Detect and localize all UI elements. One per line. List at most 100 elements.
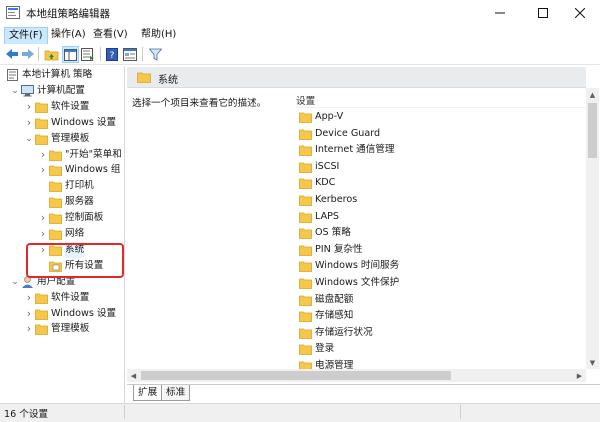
description-text: 选择一个项目来查看它的描述。 [132,98,267,109]
scroll-right-arrow-icon[interactable]: ▶ [573,369,586,382]
back-arrow-icon [6,49,18,59]
folder-icon [299,228,312,240]
scroll-left-arrow-icon[interactable]: ◀ [127,369,140,382]
list-item-label: Windows 文件保护 [315,277,400,288]
folder-icon [299,129,312,140]
list-item-label: App-V [315,111,344,122]
list-item-label: 存储感知 [315,310,354,322]
folder-up-icon [44,50,58,60]
maximize-icon [538,8,548,18]
tree-item-label: 计算机配置 [37,84,85,96]
status-setting-count: 16 个设置 [4,409,49,420]
tab-extended[interactable]: 扩展 [133,385,163,401]
chevron-right-icon[interactable]: › [38,210,48,226]
policy-icon [7,69,18,81]
folder-icon [35,102,48,113]
folder-icon [35,293,48,304]
folder-icon [35,134,48,145]
policy-editor-app-icon [6,6,20,19]
folder-icon [49,181,62,193]
menu-file[interactable]: 文件(F) [4,27,48,45]
toolbar-separator [100,47,101,61]
status-separator [460,405,461,419]
folder-icon [299,212,312,223]
help-book-icon: ? [106,47,118,61]
scroll-down-arrow-icon[interactable]: ▼ [586,356,599,369]
up-one-level-button[interactable] [43,46,59,62]
folder-icon [49,165,62,177]
list-item-label: OS 策略 [315,227,351,239]
export-list-icon [81,47,94,61]
properties-button[interactable] [122,46,138,62]
details-header-band [127,67,586,88]
show-hide-tree-button[interactable] [62,46,79,63]
menu-action[interactable]: 操作(A) [47,26,90,44]
list-item-label: PIN 复杂性 [315,243,363,255]
close-button[interactable] [560,0,600,26]
folder-icon [35,118,48,129]
folder-icon [137,72,151,83]
chevron-right-icon[interactable]: › [38,147,48,163]
chevron-right-icon[interactable]: › [24,306,34,322]
properties-icon [123,47,137,61]
computer-icon [21,84,34,97]
close-icon [575,8,585,18]
tree-item-label: 服务器 [65,196,94,208]
folder-icon [299,311,312,323]
list-item-label: Device Guard [315,127,381,139]
chevron-right-icon[interactable]: › [24,99,34,115]
horizontal-scroll-thumb[interactable] [141,371,451,380]
maximize-button[interactable] [523,0,563,26]
folder-icon [299,261,312,273]
filter-button[interactable] [147,46,163,62]
svg-text:?: ? [110,51,115,61]
chevron-right-icon[interactable]: › [38,226,48,242]
folder-icon [299,195,312,206]
toolbar-separator [142,47,143,61]
list-item-label: KDC [315,177,336,189]
tree-item-label: Windows 设置 [51,307,117,319]
tree-item-label: 控制面板 [65,212,104,224]
tree-item-label: 管理模板 [51,323,90,335]
list-item-label: Internet 通信管理 [315,144,395,156]
list-item-label: 存储运行状况 [315,326,373,338]
chevron-down-icon[interactable]: ⌄ [24,131,34,147]
forward-button[interactable] [20,46,36,62]
chevron-right-icon[interactable]: › [38,162,48,178]
forward-arrow-icon [22,49,34,59]
folder-icon [299,328,312,339]
chevron-down-icon[interactable]: ⌄ [10,274,20,290]
list-item-label: 磁盘配额 [315,293,354,305]
folder-icon [49,197,62,209]
list-item-label: Windows 时间服务 [315,260,400,272]
chevron-right-icon[interactable]: › [24,321,34,337]
tree-item-label: Windows 组 [65,164,121,176]
view-tab-strip [127,384,600,403]
toolbar-separator [38,47,39,61]
scroll-up-arrow-icon[interactable]: ▲ [586,88,599,101]
tree-item-label: "开始"菜单和 [65,148,122,160]
tree-item-label: 软件设置 [51,291,90,303]
vertical-scroll-thumb[interactable] [588,103,597,158]
folder-icon [35,324,48,336]
folder-icon [299,178,312,190]
folder-icon [299,278,312,289]
minimize-icon [495,12,505,14]
tree-item-label: Windows 设置 [51,116,117,128]
chevron-right-icon[interactable]: › [24,115,34,131]
menu-view[interactable]: 查看(V) [89,26,132,44]
minimize-button[interactable] [480,0,520,26]
tree-item-label: 网络 [65,228,85,239]
menu-help[interactable]: 帮助(H) [137,26,180,44]
folder-icon [299,112,312,123]
back-button[interactable] [4,46,20,62]
help-button[interactable]: ? [104,46,120,62]
column-header-setting[interactable]: 设置 [296,93,315,107]
chevron-right-icon[interactable]: › [24,290,34,306]
details-header-title: 系统 [158,75,178,86]
tab-standard[interactable]: 标准 [161,385,191,401]
export-list-button[interactable] [80,46,96,62]
status-separator [124,405,125,419]
folder-icon [299,295,312,306]
chevron-down-icon[interactable]: ⌄ [10,83,20,99]
